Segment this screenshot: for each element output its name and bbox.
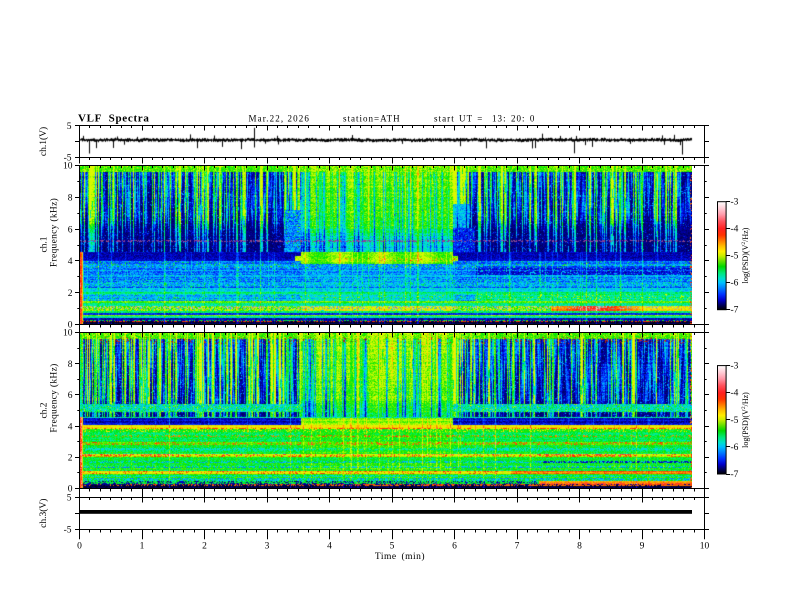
svg-text:VLF Spectra: VLF Spectra bbox=[78, 113, 150, 125]
svg-text:-4: -4 bbox=[731, 389, 739, 399]
svg-text:10: 10 bbox=[63, 329, 73, 339]
svg-text:Frequency (kHz): Frequency (kHz) bbox=[49, 363, 60, 432]
svg-text:-3: -3 bbox=[731, 362, 739, 372]
svg-text:8: 8 bbox=[68, 194, 73, 204]
svg-text:-6: -6 bbox=[731, 443, 739, 453]
svg-text:3: 3 bbox=[265, 541, 270, 551]
svg-text:8: 8 bbox=[577, 541, 582, 551]
svg-text:2: 2 bbox=[68, 454, 73, 464]
svg-text:5: 5 bbox=[390, 541, 395, 551]
svg-text:log(PSD)(V2/Hz): log(PSD)(V2/Hz) bbox=[741, 227, 750, 283]
svg-text:ch.3(V): ch.3(V) bbox=[38, 499, 49, 528]
svg-text:6: 6 bbox=[452, 541, 457, 551]
svg-text:-6: -6 bbox=[731, 279, 739, 289]
svg-text:start UT = 13: 20: 0: start UT = 13: 20: 0 bbox=[434, 114, 535, 124]
svg-text:6: 6 bbox=[68, 391, 73, 401]
svg-text:ch.1(V): ch.1(V) bbox=[38, 127, 49, 156]
svg-text:station=ATH: station=ATH bbox=[343, 114, 401, 124]
svg-text:-5: -5 bbox=[731, 416, 739, 426]
svg-text:-5: -5 bbox=[64, 525, 72, 535]
svg-text:-3: -3 bbox=[731, 198, 739, 208]
svg-text:4: 4 bbox=[68, 257, 73, 267]
svg-text:4: 4 bbox=[327, 541, 332, 551]
svg-text:Frequency (kHz): Frequency (kHz) bbox=[49, 198, 60, 267]
svg-text:-4: -4 bbox=[731, 225, 739, 235]
svg-text:-7: -7 bbox=[731, 470, 739, 480]
svg-text:8: 8 bbox=[68, 360, 73, 370]
svg-text:log(PSD)(V2/Hz): log(PSD)(V2/Hz) bbox=[741, 392, 750, 448]
svg-text:0: 0 bbox=[77, 541, 82, 551]
svg-text:Time (min): Time (min) bbox=[375, 551, 425, 562]
svg-text:10: 10 bbox=[63, 162, 73, 172]
svg-text:5: 5 bbox=[67, 494, 72, 504]
svg-text:2: 2 bbox=[202, 541, 207, 551]
svg-text:6: 6 bbox=[68, 225, 73, 235]
svg-text:4: 4 bbox=[68, 422, 73, 432]
svg-text:-7: -7 bbox=[731, 306, 739, 316]
svg-text:5: 5 bbox=[67, 122, 72, 132]
svg-text:10: 10 bbox=[700, 541, 710, 551]
svg-text:ch.1: ch.1 bbox=[40, 236, 50, 252]
svg-text:7: 7 bbox=[515, 541, 520, 551]
svg-text:-5: -5 bbox=[731, 252, 739, 262]
svg-text:9: 9 bbox=[640, 541, 645, 551]
svg-text:2: 2 bbox=[68, 289, 73, 299]
svg-text:Mar.22, 2026: Mar.22, 2026 bbox=[249, 114, 310, 124]
svg-text:1: 1 bbox=[140, 541, 145, 551]
svg-text:ch.2: ch.2 bbox=[40, 402, 50, 418]
